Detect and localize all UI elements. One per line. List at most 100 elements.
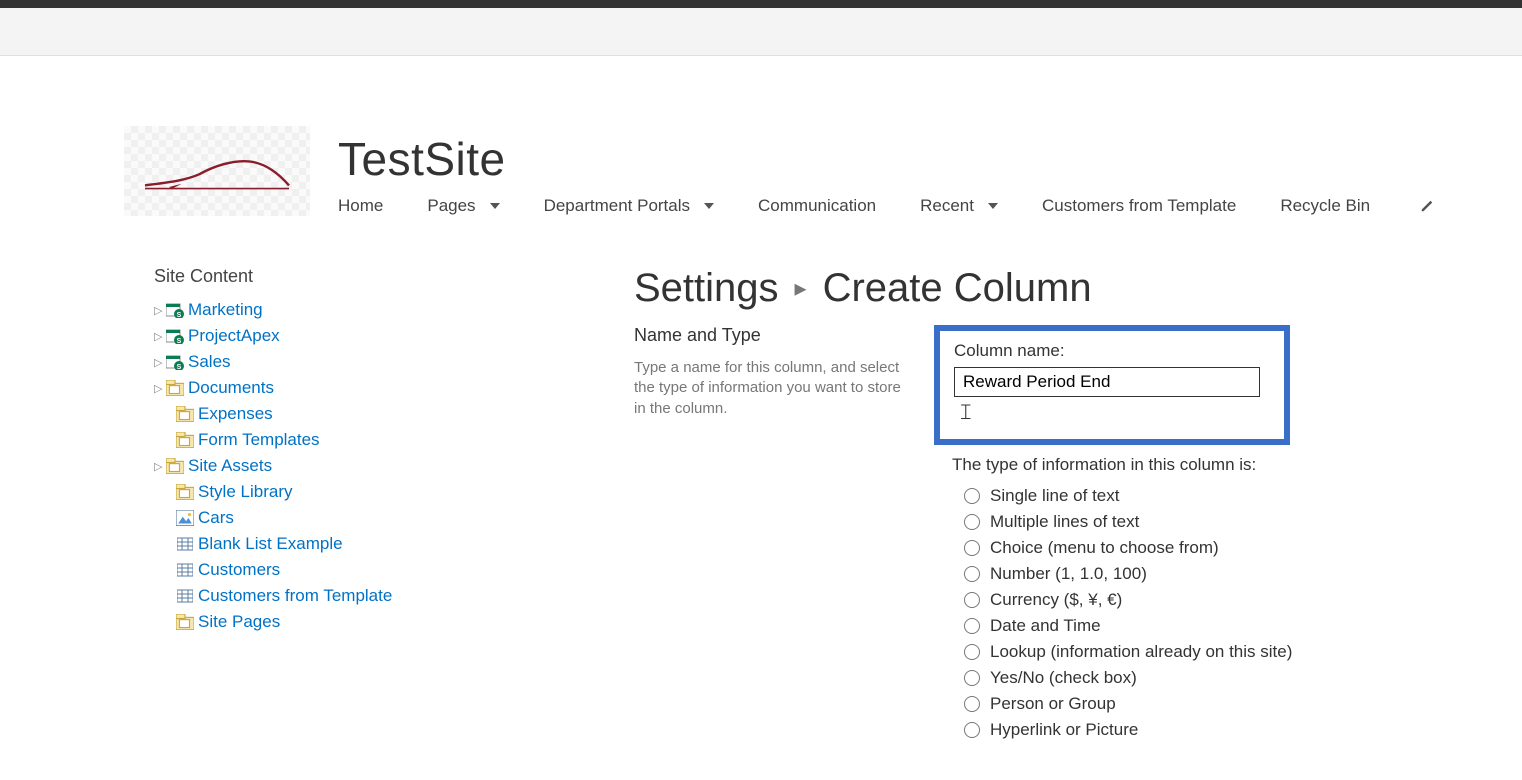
tree-item-link[interactable]: Site Pages [198,612,280,632]
column-type-radio[interactable] [964,618,980,634]
nav-label: Customers from Template [1042,196,1236,216]
column-type-option: Single line of text [964,483,1482,509]
column-type-label-text[interactable]: Person or Group [990,694,1116,714]
site-header: TestSite Home Pages Department Portals C… [0,56,1522,234]
library-icon [176,432,194,448]
column-type-radio[interactable] [964,566,980,582]
subsite-icon: S [166,354,184,370]
svg-text:S: S [177,364,182,370]
nav-pages[interactable]: Pages [427,196,499,216]
expand-caret-icon[interactable]: ▷ [154,330,164,343]
nav-recycle-bin[interactable]: Recycle Bin [1280,196,1370,216]
column-name-highlight: Column name: 𝙸 [934,325,1290,445]
library-icon [166,458,184,474]
column-type-radio[interactable] [964,644,980,660]
page-heading: Settings ▸ Create Column [634,266,1482,311]
column-type-label-text[interactable]: Hyperlink or Picture [990,720,1138,740]
column-type-radio[interactable] [964,488,980,504]
edit-nav-button[interactable] [1414,199,1434,213]
tree-item: Site Pages [164,609,574,635]
column-type-radio[interactable] [964,592,980,608]
tree-item: Expenses [164,401,574,427]
tree-item: Form Templates [164,427,574,453]
tree-item-link[interactable]: Customers from Template [198,586,392,606]
column-type-label-text[interactable]: Lookup (information already on this site… [990,642,1292,662]
ribbon-placeholder [0,8,1522,56]
nav-label: Pages [427,196,475,216]
text-cursor-icon: 𝙸 [958,399,974,424]
expand-caret-icon[interactable]: ▷ [154,356,164,369]
column-type-radio[interactable] [964,514,980,530]
column-type-label-text[interactable]: Yes/No (check box) [990,668,1137,688]
nav-home[interactable]: Home [338,196,383,216]
tree-item-link[interactable]: Form Templates [198,430,320,450]
suite-bar [0,0,1522,8]
column-type-option: Yes/No (check box) [964,665,1482,691]
nav-recent[interactable]: Recent [920,196,998,216]
column-type-label-text[interactable]: Multiple lines of text [990,512,1139,532]
column-type-label-text[interactable]: Currency ($, ¥, €) [990,590,1122,610]
column-type-radio[interactable] [964,670,980,686]
tree-item: ▷ S Sales [154,349,574,375]
column-type-radio[interactable] [964,696,980,712]
tree-item-link[interactable]: Sales [188,352,231,372]
chevron-down-icon [704,203,714,209]
column-type-option: Number (1, 1.0, 100) [964,561,1482,587]
column-name-label: Column name: [954,341,1270,361]
nav-label: Communication [758,196,876,216]
column-type-label: The type of information in this column i… [952,455,1482,475]
column-type-option: Hyperlink or Picture [964,717,1482,743]
column-type-label-text[interactable]: Choice (menu to choose from) [990,538,1219,558]
expand-caret-icon[interactable]: ▷ [154,460,164,473]
section-title: Name and Type [634,325,914,346]
column-type-radio[interactable] [964,722,980,738]
column-type-option: Multiple lines of text [964,509,1482,535]
expand-caret-icon[interactable]: ▷ [154,304,164,317]
site-title[interactable]: TestSite [338,132,1434,186]
tree-item-link[interactable]: Site Assets [188,456,272,476]
library-icon [166,380,184,396]
column-name-input[interactable] [954,367,1260,397]
nav-department-portals[interactable]: Department Portals [544,196,714,216]
tree-item: Blank List Example [164,531,574,557]
top-nav: Home Pages Department Portals Communicat… [338,196,1434,216]
subsite-icon: S [166,328,184,344]
tree-item-link[interactable]: Customers [198,560,280,580]
tree-item: Style Library [164,479,574,505]
tree-item: ▷ Site Assets [154,453,574,479]
nav-customers-from-template[interactable]: Customers from Template [1042,196,1236,216]
expand-caret-icon[interactable]: ▷ [154,382,164,395]
column-type-option: Person or Group [964,691,1482,717]
chevron-down-icon [490,203,500,209]
tree-item-link[interactable]: ProjectApex [188,326,280,346]
tree-item-link[interactable]: Documents [188,378,274,398]
library-icon [176,484,194,500]
tree-item-link[interactable]: Style Library [198,482,292,502]
nav-label: Home [338,196,383,216]
car-logo-icon [137,146,297,196]
column-type-label-text[interactable]: Number (1, 1.0, 100) [990,564,1147,584]
section-description: Type a name for this column, and select … [634,358,914,419]
column-type-label-text[interactable]: Single line of text [990,486,1119,506]
tree-item-link[interactable]: Marketing [188,300,263,320]
list-icon [176,536,194,552]
pencil-icon [1420,199,1434,213]
tree-item-link[interactable]: Blank List Example [198,534,343,554]
site-logo[interactable] [124,126,310,216]
nav-communication[interactable]: Communication [758,196,876,216]
column-type-option: Choice (menu to choose from) [964,535,1482,561]
nav-label: Department Portals [544,196,690,216]
tree-item: ▷SMarketing [154,297,574,323]
breadcrumb-separator: ▸ [795,274,807,303]
tree-item: Cars [164,505,574,531]
list-icon [176,588,194,604]
tree-item-link[interactable]: Cars [198,508,234,528]
breadcrumb-root[interactable]: Settings [634,266,779,311]
subsite-icon: S [166,302,184,318]
tree-item-link[interactable]: Expenses [198,404,273,424]
left-navigation: Site Content ▷SMarketing▷SProjectApex▷SS… [154,266,574,743]
column-type-label-text[interactable]: Date and Time [990,616,1101,636]
tree-item: Customers [164,557,574,583]
tree-item: Customers from Template [164,583,574,609]
column-type-radio[interactable] [964,540,980,556]
